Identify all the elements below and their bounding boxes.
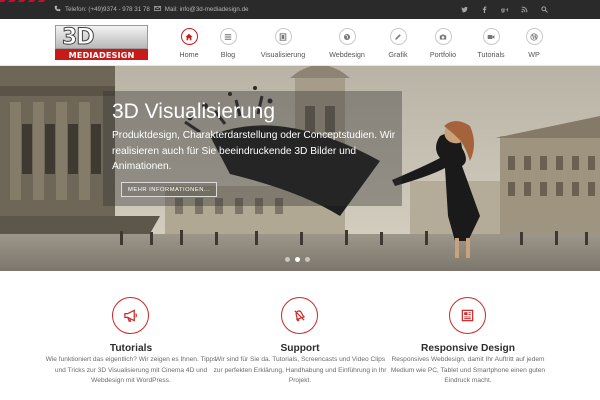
video-icon: [482, 28, 500, 45]
contact-info: Telefon: (+49)9374 - 978 31 78 Mail: inf…: [54, 4, 248, 15]
svg-text:g+: g+: [501, 8, 508, 13]
nav-label: Home: [179, 50, 199, 59]
home-icon: [180, 28, 198, 45]
wordpress-icon: W: [525, 28, 543, 45]
slider-dot-3[interactable]: [305, 257, 310, 262]
nav-label: Tutorials: [477, 50, 505, 59]
feature-text: Wie funktioniert das eigentlich? Wir zei…: [45, 356, 217, 385]
twitter-icon[interactable]: [454, 4, 474, 15]
logo-3d-text: 3D: [62, 25, 96, 50]
facebook-icon[interactable]: [474, 4, 494, 15]
nav-item-grafik[interactable]: Grafik: [378, 19, 418, 66]
feature-support: Support Wir sind für Sie da. Tutorials, …: [212, 271, 388, 400]
globe-icon: [338, 28, 356, 45]
nav-label: Grafik: [388, 50, 408, 59]
nav-label: Visualisierung: [260, 50, 306, 59]
logo-3d-box: 3D: [55, 25, 148, 50]
nav-label: Portfolio: [429, 50, 457, 59]
slider-pagination: [285, 257, 310, 262]
slide-text: Produktdesign, Charakterdarstellung oder…: [112, 130, 396, 172]
list-icon: [219, 28, 237, 45]
slide-title: 3D Visualisierung: [112, 100, 276, 123]
feature-title: Support: [280, 343, 320, 354]
mail-icon: [154, 5, 161, 14]
feature-title: Tutorials: [109, 343, 153, 354]
site-header: 3D MEDIADESIGN Home Blog Visualisierung …: [0, 19, 600, 66]
logo-wordmark: MEDIADESIGN: [68, 49, 135, 60]
hero-slider[interactable]: 3D Visualisierung Produktdesign, Charakt…: [0, 66, 600, 271]
more-info-button[interactable]: MEHR INFORMATIONEN...: [121, 182, 218, 197]
film-icon: [274, 28, 292, 45]
camera-icon: [434, 28, 452, 45]
nav-item-home[interactable]: Home: [172, 19, 206, 66]
pencil-icon: [389, 28, 407, 45]
svg-text:W: W: [531, 34, 538, 40]
megaphone-icon[interactable]: [112, 297, 149, 334]
site-logo[interactable]: 3D MEDIADESIGN: [55, 25, 148, 60]
nav-label: WP: [528, 50, 540, 59]
feature-text: Responsives Webdesign, damit Ihr Auftrit…: [390, 356, 546, 385]
phone-icon: [54, 5, 61, 14]
nav-item-visualisierung[interactable]: Visualisierung: [250, 19, 316, 66]
slider-dot-2[interactable]: [295, 257, 300, 262]
main-navigation: Home Blog Visualisierung Webdesign Grafi…: [172, 19, 554, 66]
mail-link[interactable]: Mail: info@3d-mediadesign.de: [165, 6, 249, 13]
nav-item-blog[interactable]: Blog: [206, 19, 250, 66]
feature-tutorials: Tutorials Wie funktioniert das eigentlic…: [43, 271, 219, 400]
nav-label: Blog: [220, 50, 236, 59]
features-section: Tutorials Wie funktioniert das eigentlic…: [0, 271, 600, 400]
newspaper-icon[interactable]: [449, 297, 486, 334]
decorative-stripe: [0, 0, 46, 2]
feature-title: Responsive Design: [421, 343, 515, 354]
bell-icon[interactable]: [281, 297, 318, 334]
google-plus-icon[interactable]: g+: [494, 4, 514, 15]
nav-item-tutorials[interactable]: Tutorials: [468, 19, 514, 66]
nav-item-webdesign[interactable]: Webdesign: [316, 19, 378, 66]
phone-text: Telefon: (+49)9374 - 978 31 78: [65, 6, 150, 13]
logo-bar: MEDIADESIGN: [55, 49, 148, 60]
nav-item-wp[interactable]: W WP: [514, 19, 554, 66]
feature-text: Wir sind für Sie da. Tutorials, Screenca…: [213, 356, 387, 385]
slider-dot-1[interactable]: [285, 257, 290, 262]
feature-responsive-design: Responsive Design Responsives Webdesign,…: [380, 271, 556, 400]
nav-label: Webdesign: [329, 50, 365, 59]
top-bar: Telefon: (+49)9374 - 978 31 78 Mail: inf…: [0, 0, 600, 19]
search-icon[interactable]: [534, 4, 554, 15]
rss-icon[interactable]: [514, 4, 534, 15]
nav-item-portfolio[interactable]: Portfolio: [418, 19, 468, 66]
social-links: g+: [454, 4, 554, 15]
